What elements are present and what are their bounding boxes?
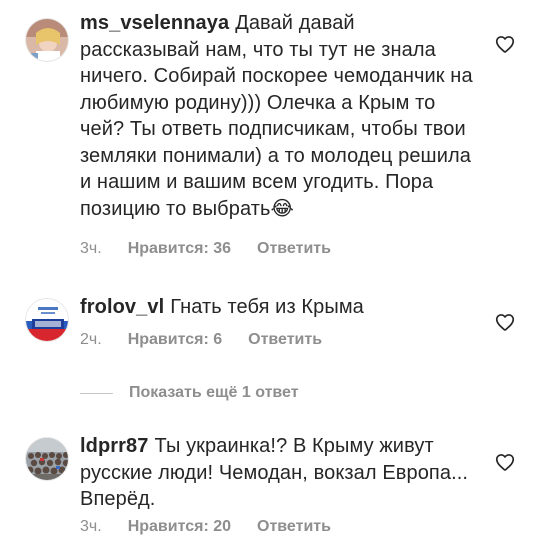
heart-outline-icon[interactable] (494, 33, 516, 55)
comment-username[interactable]: ms_vselennaya (80, 12, 229, 34)
laughing-emoji-icon: 😂 (270, 197, 294, 220)
comment-text: ldprr87 Ты украинка!? В Крыму живут русск… (80, 433, 480, 513)
comment-text: ms_vselennaya Давай давай рассказывай нам… (80, 10, 480, 222)
show-more-replies-label[interactable]: Показать ещё 1 ответ (129, 384, 299, 402)
comment-likes[interactable]: Нравится: 36 (128, 240, 231, 257)
comment-time: 2ч. (80, 331, 102, 348)
comment-time: 3ч. (80, 240, 102, 257)
comment-meta: 3ч. Нравится: 20 Ответить (80, 518, 357, 536)
comment-body: Давай давай рассказывай нам, что ты тут … (80, 12, 473, 220)
heart-outline-icon[interactable] (494, 451, 516, 473)
show-more-replies[interactable]: Показать ещё 1 ответ (80, 383, 299, 403)
comment-meta: 2ч. Нравится: 6 Ответить (80, 331, 348, 349)
comment-username[interactable]: frolov_vl (80, 296, 164, 318)
avatar[interactable] (25, 437, 69, 481)
avatar[interactable] (25, 298, 69, 342)
comment-likes[interactable]: Нравится: 6 (128, 331, 222, 348)
reply-button[interactable]: Ответить (248, 331, 322, 348)
heart-outline-icon[interactable] (494, 311, 516, 333)
comment-text: frolov_vl Гнать тебя из Крыма (80, 294, 480, 321)
comment-time: 3ч. (80, 518, 102, 535)
comment-username[interactable]: ldprr87 (80, 435, 149, 457)
divider (80, 392, 113, 394)
avatar[interactable] (25, 18, 69, 62)
comment-meta: 3ч. Нравится: 36 Ответить (80, 240, 357, 258)
comment-body: Гнать тебя из Крыма (170, 296, 364, 318)
comment-likes[interactable]: Нравится: 20 (128, 518, 231, 535)
reply-button[interactable]: Ответить (257, 240, 331, 257)
reply-button[interactable]: Ответить (257, 518, 331, 535)
